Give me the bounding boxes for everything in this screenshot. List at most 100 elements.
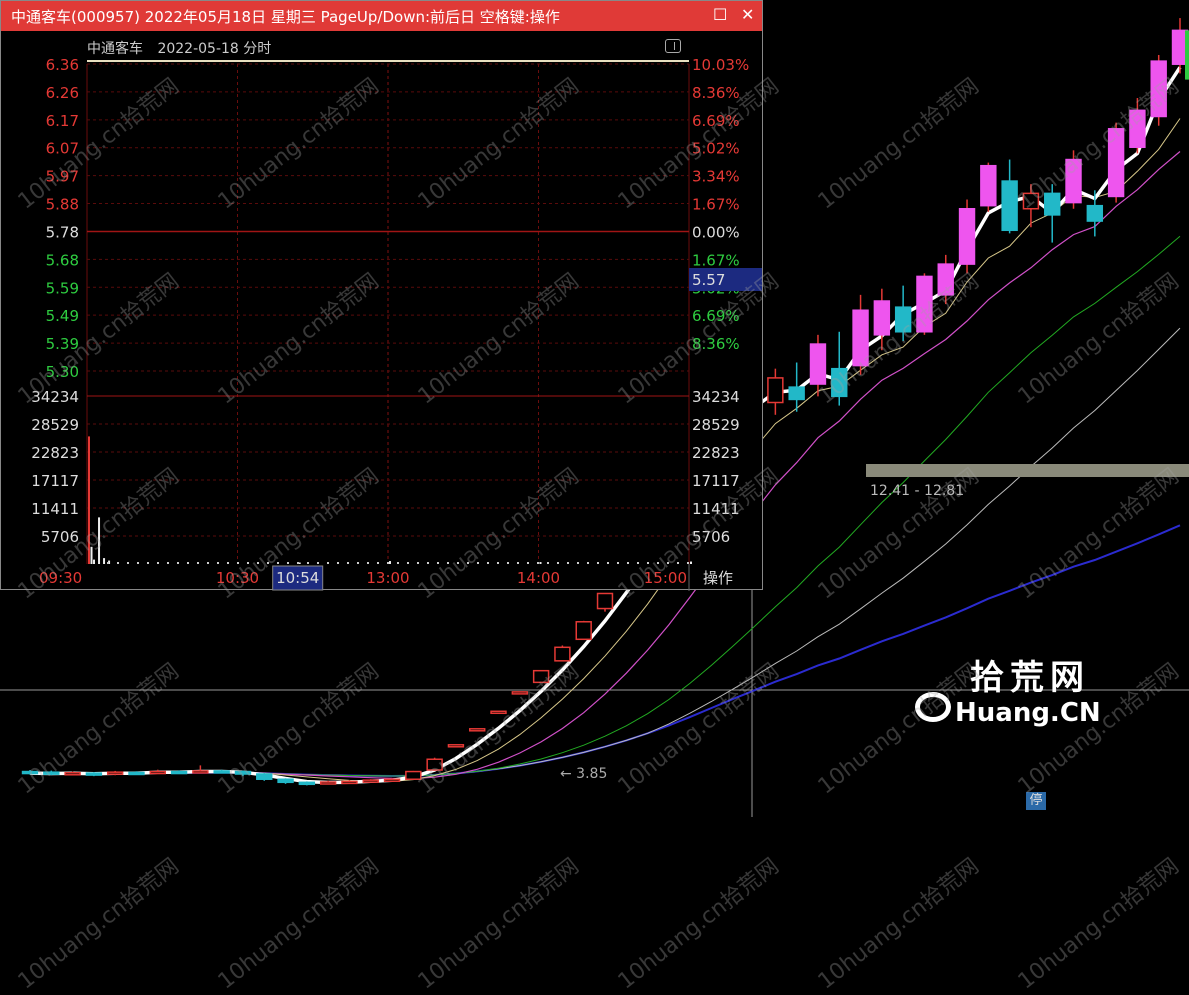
price-range-label: 12.41 - 12.81 [870, 483, 965, 499]
candle-body [21, 770, 39, 775]
candle [21, 770, 39, 775]
price-tick-label: 5.88 [46, 196, 79, 214]
candle [596, 592, 614, 612]
candle [1150, 54, 1167, 126]
candle [192, 765, 209, 774]
candle-body [85, 772, 103, 776]
volume-bar [637, 562, 639, 564]
volume-bar [157, 562, 159, 564]
watermark-text: 10huang.cn拾荒网 [813, 853, 984, 995]
volume-bar [587, 562, 589, 564]
candle [426, 757, 443, 771]
close-icon[interactable]: ✕ [741, 5, 754, 24]
watermark-cn: 拾荒网 [970, 658, 1090, 698]
candle-body [341, 780, 358, 785]
candle [937, 254, 954, 305]
pct-tick-label: 1.67% [692, 251, 740, 269]
latest-tick-bar [1185, 30, 1189, 80]
suspend-badge[interactable]: 停 [1026, 792, 1046, 810]
volume-bar [197, 562, 199, 564]
candle-body [128, 771, 145, 776]
volume-bar [467, 562, 469, 564]
candle-body [937, 263, 954, 296]
watermark-ring-icon [915, 692, 951, 722]
price-tick-label: 5.68 [46, 251, 79, 269]
candle-body [1150, 60, 1167, 118]
price-tick-label: 5.39 [46, 335, 79, 353]
stock-name: 中通客车 [87, 41, 143, 57]
candle [170, 770, 188, 775]
watermark-text: 10huang.cn拾荒网 [13, 853, 184, 995]
maximize-icon[interactable]: ☐ [713, 5, 727, 24]
time-tick-label: 09:30 [39, 569, 82, 587]
volume-bar [597, 562, 599, 564]
pct-tick-label: 5.02% [692, 140, 740, 158]
pct-tick-label: 1.67% [692, 196, 740, 214]
time-tick-label: 10:30 [216, 569, 259, 587]
volume-bar [367, 562, 369, 564]
candle [511, 691, 529, 695]
volume-bar [547, 562, 549, 564]
volume-bar [277, 562, 279, 564]
candle-body [1107, 128, 1125, 198]
volume-bar [437, 562, 439, 564]
volume-bar [237, 562, 239, 564]
candle-body [916, 275, 933, 333]
volume-tick-label-right: 11411 [692, 500, 740, 518]
candle [128, 771, 145, 776]
volume-bar [187, 562, 189, 564]
candle-body [1065, 158, 1082, 204]
watermark-text: 10huang.cn拾荒网 [613, 853, 784, 995]
candle [894, 285, 912, 341]
candle [980, 162, 997, 212]
volume-bar [347, 562, 349, 564]
candle-body [43, 771, 60, 775]
candle [490, 710, 507, 715]
candle [149, 769, 166, 775]
candle [298, 781, 316, 786]
volume-bar [98, 517, 101, 564]
volume-tick-label: 17117 [31, 472, 79, 490]
candle-body [234, 770, 252, 775]
volume-bar [417, 562, 419, 564]
candle [1065, 150, 1082, 209]
candle-body [64, 772, 81, 776]
volume-bar [567, 562, 569, 564]
pct-tick-label: 3.34% [692, 168, 740, 186]
time-tick-label: 13:00 [366, 569, 409, 587]
candle-body [831, 367, 848, 398]
candle [575, 620, 592, 641]
minute-chart-window[interactable]: 中通客车(000957) 2022年05月18日 星期三 PageUp/Down… [0, 0, 763, 591]
candle-body [106, 771, 124, 775]
volume-bar [217, 562, 219, 564]
volume-tick-label-right: 22823 [692, 444, 740, 462]
volume-bar [427, 562, 429, 564]
volume-bar [627, 562, 629, 564]
chart-toggle-icon[interactable] [665, 39, 681, 53]
window-titlebar[interactable]: 中通客车(000957) 2022年05月18日 星期三 PageUp/Down… [1, 1, 762, 31]
candle [277, 778, 294, 784]
candle [362, 779, 379, 783]
volume-bar [457, 562, 459, 564]
candle [554, 645, 571, 662]
volume-bar [177, 562, 179, 564]
watermark-text: 10huang.cn拾荒网 [213, 853, 384, 995]
candle [106, 770, 124, 776]
candle [831, 331, 848, 406]
volume-bar [227, 562, 229, 564]
time-tick-label: 14:00 [517, 569, 560, 587]
volume-bar [107, 562, 109, 564]
volume-bar [317, 562, 319, 564]
volume-tick-label: 28529 [31, 416, 79, 434]
volume-bar [677, 562, 679, 564]
candle [213, 769, 230, 774]
volume-bar [357, 562, 359, 564]
candle [1129, 98, 1146, 154]
volume-bar [667, 562, 669, 564]
volume-bar [657, 562, 659, 564]
min-price-label: ← 3.85 [560, 766, 608, 782]
volume-bar [88, 436, 90, 564]
operate-button[interactable]: 操作 [703, 567, 733, 588]
volume-bar [207, 562, 209, 564]
time-tick-label: 15:00 [644, 569, 687, 587]
